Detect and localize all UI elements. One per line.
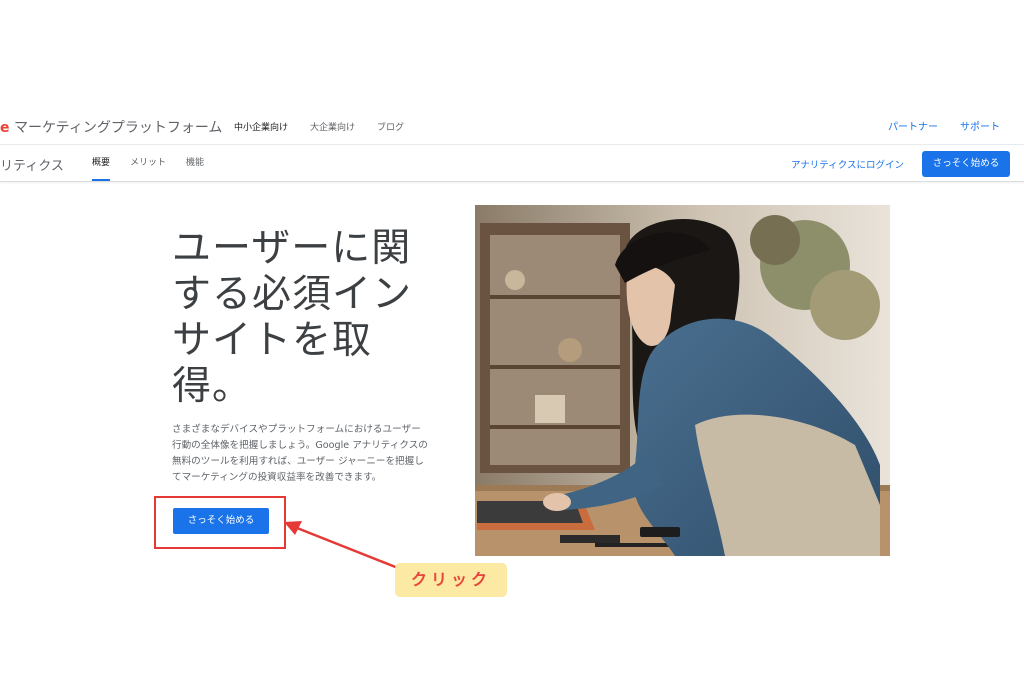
top-nav-smb[interactable]: 中小企業向け [234,120,288,133]
top-bar: e マーケティングプラットフォーム 中小企業向け 大企業向け ブログ パートナー… [0,107,1024,145]
top-nav: 中小企業向け 大企業向け ブログ [234,120,404,133]
top-nav-blog[interactable]: ブログ [377,120,404,133]
description-line: 無料のツールを利用すれば、ユーザー ジャーニーを把握し [172,456,424,467]
start-now-button-header[interactable]: さっそく始める [922,151,1010,177]
top-nav-enterprise[interactable]: 大企業向け [310,120,355,133]
headline-line: 得。 [172,364,253,409]
start-now-button[interactable]: さっそく始める [173,508,269,534]
headline-line: サイトを取 [172,318,373,363]
brand-prefix: e [0,120,10,136]
brand-logo[interactable]: e マーケティングプラットフォーム [0,117,222,137]
hero-photo [475,205,890,556]
woman-at-laptop-illustration [475,205,890,556]
support-link[interactable]: サポート [960,118,1000,133]
tab-benefits[interactable]: メリット [130,146,166,181]
top-right-links: パートナー サポート [888,118,1000,133]
analytics-login-link[interactable]: アナリティクスにログイン [791,157,904,171]
click-annotation-label: クリック [395,563,507,597]
hero-description: さまざまなデバイスやプラットフォームにおけるユーザー 行動の全体像を把握しましょ… [172,422,462,486]
hero-headline: ユーザーに関 する必須イン サイトを取 得。 [172,226,462,410]
description-line: さまざまなデバイスやプラットフォームにおけるユーザー [172,424,421,435]
product-tabs: 概要 メリット 機能 [92,146,204,181]
headline-line: ユーザーに関 [172,226,412,271]
product-nav-bar: リティクス 概要 メリット 機能 アナリティクスにログイン さっそく始める [0,146,1024,182]
product-name[interactable]: リティクス [0,155,64,174]
brand-name: マーケティングプラットフォーム [13,120,223,136]
tab-features[interactable]: 機能 [186,146,204,181]
annotation-arrow-icon [284,521,399,570]
partner-link[interactable]: パートナー [888,118,938,133]
description-line: 行動の全体像を把握しましょう。Google アナリティクスの [172,440,428,451]
headline-line: する必須イン [172,272,413,317]
tab-overview[interactable]: 概要 [92,146,111,181]
description-line: てマーケティングの投資収益率を改善できます。 [172,472,382,483]
